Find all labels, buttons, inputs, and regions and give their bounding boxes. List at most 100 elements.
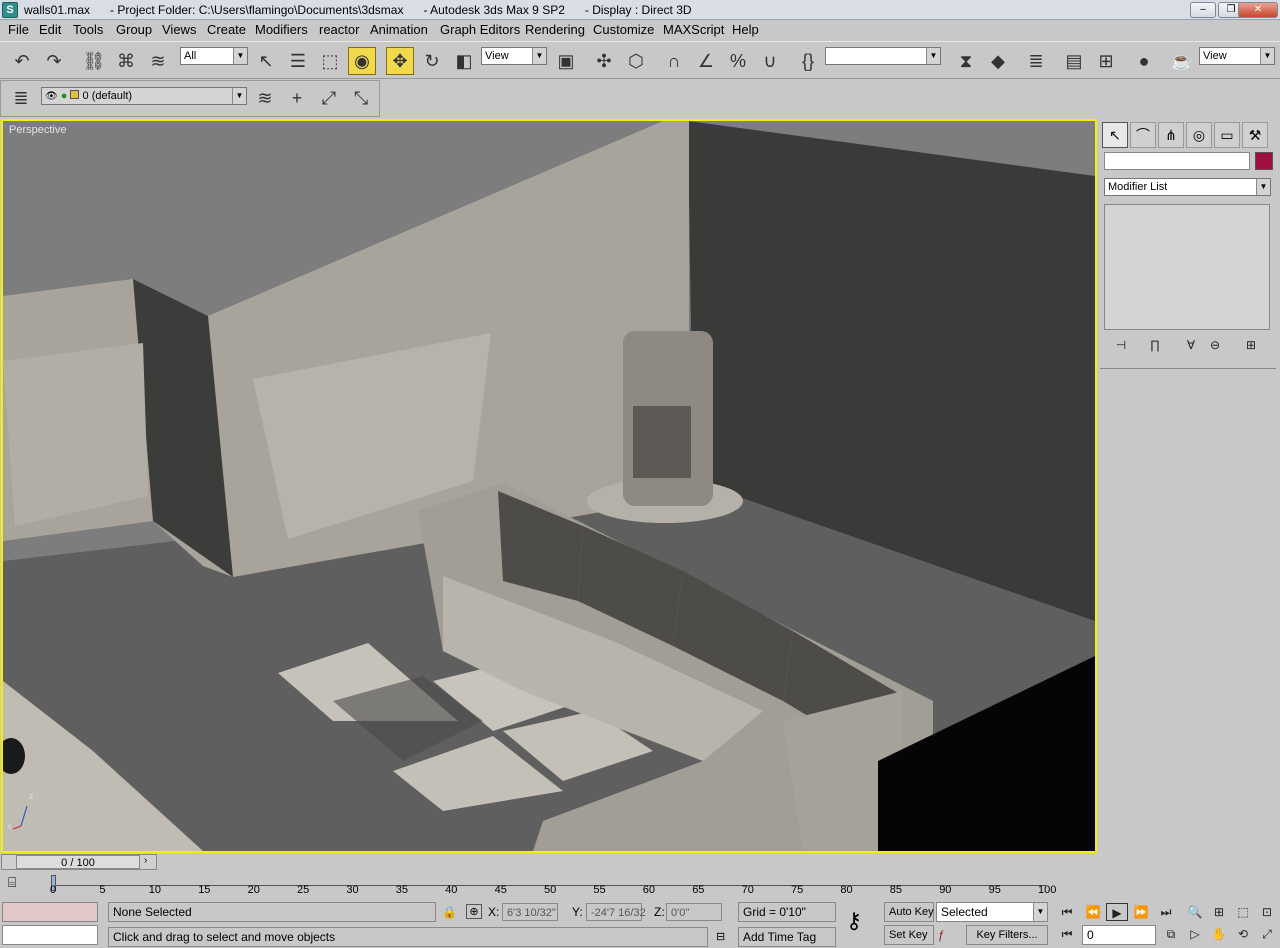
schematic-view-icon[interactable]: ⊞ bbox=[1092, 47, 1120, 75]
menu-modifiers[interactable]: Modifiers bbox=[255, 22, 308, 37]
go-to-start-icon[interactable]: ⏮ bbox=[1056, 903, 1078, 921]
key-filters-button[interactable]: Key Filters... bbox=[966, 925, 1048, 945]
current-frame-field[interactable]: 0 bbox=[1082, 925, 1156, 945]
previous-frame-icon[interactable]: ⏪ bbox=[1082, 903, 1104, 921]
utilities-tab-icon[interactable]: ⚒ bbox=[1242, 122, 1268, 148]
menu-help[interactable]: Help bbox=[732, 22, 759, 37]
time-configuration-icon[interactable]: ⧉ bbox=[1160, 925, 1182, 943]
modifier-stack[interactable] bbox=[1104, 204, 1270, 330]
modifier-list-dropdown[interactable]: Modifier List ▼ bbox=[1104, 178, 1271, 196]
select-objects-in-layer-icon[interactable]: ⤢ bbox=[315, 84, 343, 112]
object-name-field[interactable] bbox=[1104, 152, 1250, 170]
open-mini-curve-editor-icon[interactable]: ⌸ bbox=[8, 874, 16, 891]
go-to-end-icon[interactable]: ⏭ bbox=[1155, 903, 1177, 921]
remove-modifier-icon[interactable]: ⊖ bbox=[1204, 336, 1226, 354]
set-key-button[interactable]: Set Key bbox=[884, 925, 934, 945]
hierarchy-tab-icon[interactable]: ⋔ bbox=[1158, 122, 1184, 148]
absolute-mode-icon[interactable]: ⊕ bbox=[466, 904, 482, 919]
named-selection-dropdown[interactable]: ▼ bbox=[825, 47, 941, 65]
menu-create[interactable]: Create bbox=[207, 22, 246, 37]
menu-reactor[interactable]: reactor bbox=[319, 22, 359, 37]
menu-customize[interactable]: Customize bbox=[593, 22, 654, 37]
redo-icon[interactable]: ↷ bbox=[40, 47, 68, 75]
key-mode-toggle-icon[interactable]: ⏮ bbox=[1056, 925, 1078, 943]
app-icon[interactable]: S bbox=[2, 2, 18, 18]
zoom-extents-icon[interactable]: ⬚ bbox=[1232, 903, 1254, 921]
default-tangent-icon[interactable]: ƒ bbox=[938, 928, 945, 942]
maxscript-listener-pink[interactable] bbox=[2, 902, 98, 922]
set-key-mode-icon[interactable]: ⚷ bbox=[846, 908, 862, 934]
rectangular-selection-icon[interactable]: ⬚ bbox=[316, 47, 344, 75]
selection-filter-dropdown[interactable]: All ▼ bbox=[180, 47, 248, 65]
next-frame-icon[interactable]: › bbox=[144, 855, 147, 866]
material-editor-icon[interactable]: ● bbox=[1130, 47, 1158, 75]
zoom-extents-all-icon[interactable]: ⊡ bbox=[1256, 903, 1278, 921]
z-coordinate-field[interactable]: 0'0" bbox=[666, 903, 722, 921]
zoom-icon[interactable]: 🔍 bbox=[1184, 903, 1206, 921]
render-scene-icon[interactable]: ☕ bbox=[1168, 47, 1196, 75]
select-and-scale-icon[interactable]: ◧ bbox=[450, 47, 478, 75]
select-by-name-icon[interactable]: ☰ bbox=[284, 47, 312, 75]
select-and-link-icon[interactable]: ⛓ bbox=[80, 47, 108, 75]
menu-file[interactable]: File bbox=[8, 22, 29, 37]
motion-tab-icon[interactable]: ◎ bbox=[1186, 122, 1212, 148]
current-layer-dropdown[interactable]: 👁 ● 0 (default) ▼ bbox=[41, 87, 247, 105]
create-new-layer-icon[interactable]: ≋ bbox=[251, 84, 279, 112]
pivot-point-icon[interactable]: ▣ bbox=[552, 47, 580, 75]
menu-graph-editors[interactable]: Graph Editors bbox=[440, 22, 520, 37]
viewport-label[interactable]: Perspective bbox=[9, 124, 66, 136]
menu-group[interactable]: Group bbox=[116, 22, 152, 37]
render-view-dropdown[interactable]: View ▼ bbox=[1199, 47, 1275, 65]
x-coordinate-field[interactable]: 6'3 10/32" bbox=[502, 903, 558, 921]
y-coordinate-field[interactable]: -24'7 16/32 bbox=[586, 903, 646, 921]
add-time-tag-button[interactable]: Add Time Tag bbox=[738, 927, 836, 947]
display-tab-icon[interactable]: ▭ bbox=[1214, 122, 1240, 148]
select-and-move-icon[interactable]: ✥ bbox=[386, 47, 414, 75]
time-slider[interactable]: 0 / 100 › bbox=[1, 854, 157, 870]
next-frame-icon[interactable]: ⏩ bbox=[1130, 903, 1152, 921]
align-icon[interactable]: ◆ bbox=[984, 47, 1012, 75]
configure-modifier-sets-icon[interactable]: ⊞ bbox=[1240, 336, 1262, 354]
menu-tools[interactable]: Tools bbox=[73, 22, 103, 37]
lock-icon[interactable]: 🔒 bbox=[442, 905, 457, 919]
key-mode-dropdown[interactable]: Selected ▼ bbox=[936, 902, 1048, 922]
edit-named-selection-icon[interactable]: {} bbox=[794, 47, 822, 75]
zoom-all-icon[interactable]: ⊞ bbox=[1208, 903, 1230, 921]
bind-space-warp-icon[interactable]: ≋ bbox=[144, 47, 172, 75]
menu-views[interactable]: Views bbox=[162, 22, 196, 37]
minimize-button[interactable]: ‒ bbox=[1190, 2, 1216, 18]
maximize-viewport-icon[interactable]: ⤢ bbox=[1256, 925, 1278, 943]
track-bar[interactable]: ⌸ 0 5 10 15 20 25 30 35 40 45 50 55 60 65 70 75 80 85 90 95… bbox=[0, 872, 1098, 898]
curve-editor-icon[interactable]: ▤ bbox=[1060, 47, 1088, 75]
angle-snap-icon[interactable]: ∠ bbox=[692, 47, 720, 75]
add-to-layer-icon[interactable]: + bbox=[283, 84, 311, 112]
select-object-icon[interactable]: ↖ bbox=[252, 47, 280, 75]
window-crossing-icon[interactable]: ◉ bbox=[348, 47, 376, 75]
select-and-rotate-icon[interactable]: ↻ bbox=[418, 47, 446, 75]
layer-manager-icon[interactable]: ≣ bbox=[7, 84, 35, 112]
make-unique-icon[interactable]: ∀ bbox=[1180, 336, 1202, 354]
set-current-layer-icon[interactable]: ⤡ bbox=[347, 84, 375, 112]
menu-maxscript[interactable]: MAXScript bbox=[663, 22, 724, 37]
modify-tab-icon[interactable]: ⌒ bbox=[1130, 122, 1156, 148]
arc-rotate-icon[interactable]: ⟲ bbox=[1232, 925, 1254, 943]
undo-icon[interactable]: ↶ bbox=[8, 47, 36, 75]
menu-animation[interactable]: Animation bbox=[370, 22, 428, 37]
keyboard-shortcut-override-icon[interactable]: ⬡ bbox=[622, 47, 650, 75]
menu-rendering[interactable]: Rendering bbox=[525, 22, 585, 37]
show-end-result-icon[interactable]: ∏ bbox=[1144, 336, 1166, 354]
layer-manager-icon[interactable]: ≣ bbox=[1022, 47, 1050, 75]
perspective-viewport[interactable]: Perspective z x bbox=[1, 119, 1097, 853]
pin-stack-icon[interactable]: ⊣ bbox=[1110, 336, 1132, 354]
create-tab-icon[interactable]: ↖ bbox=[1102, 122, 1128, 148]
snaps-toggle-icon[interactable]: ∩ bbox=[660, 47, 688, 75]
pan-view-icon[interactable]: ✋ bbox=[1208, 925, 1230, 943]
manipulate-icon[interactable]: ✣ bbox=[590, 47, 618, 75]
object-color-swatch[interactable] bbox=[1255, 152, 1273, 170]
percent-snap-icon[interactable]: % bbox=[724, 47, 752, 75]
unlink-selection-icon[interactable]: ⌘ bbox=[112, 47, 140, 75]
auto-key-button[interactable]: Auto Key bbox=[884, 902, 934, 922]
play-icon[interactable]: ▶ bbox=[1106, 903, 1128, 921]
menu-edit[interactable]: Edit bbox=[39, 22, 61, 37]
field-of-view-icon[interactable]: ▷ bbox=[1184, 925, 1206, 943]
